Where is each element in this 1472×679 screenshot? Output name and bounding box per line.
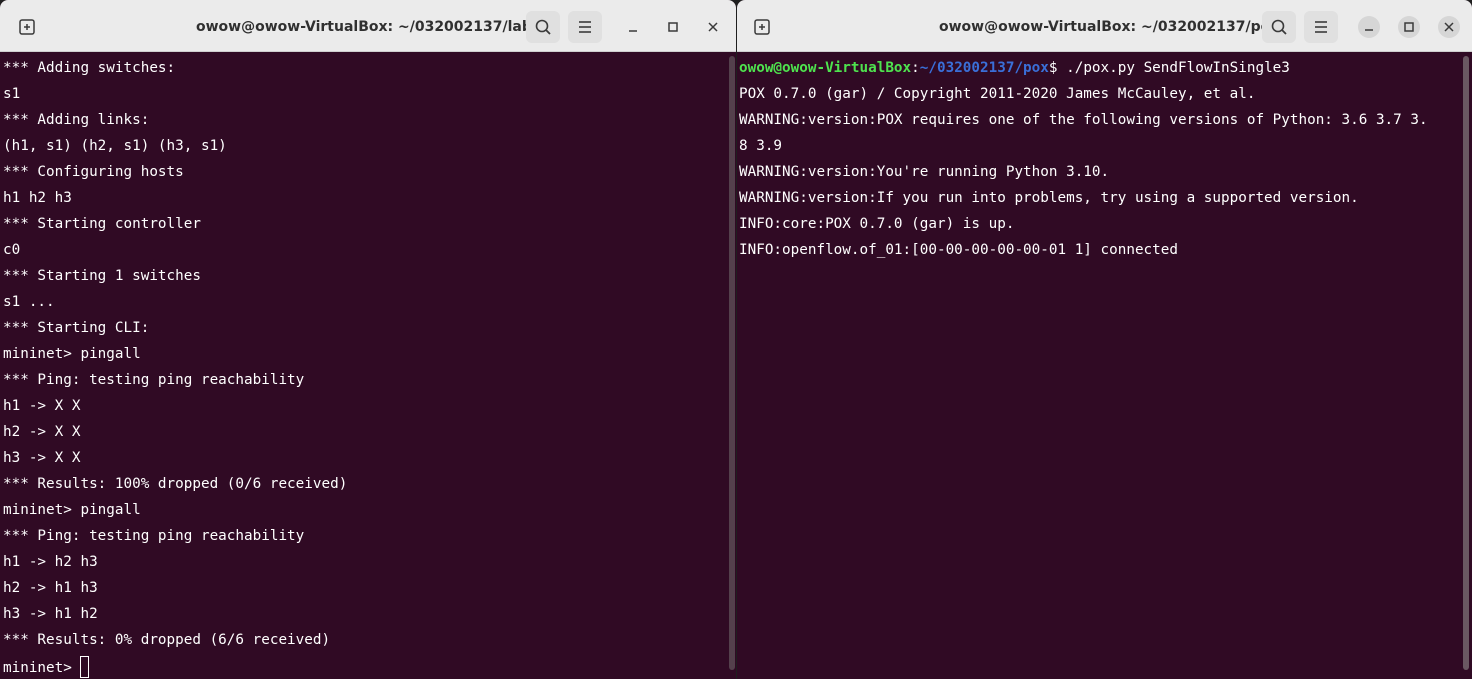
terminal-line: *** Adding switches: xyxy=(3,60,176,76)
prompt-command: $ ./pox.py SendFlowInSingle3 xyxy=(1048,60,1290,76)
search-button[interactable] xyxy=(1262,11,1296,43)
terminal-line: *** Results: 100% dropped (0/6 received) xyxy=(3,476,348,492)
maximize-icon xyxy=(1404,22,1414,32)
window-title: owow@owow-VirtualBox: ~/032002137/pox xyxy=(939,19,1280,35)
new-tab-icon xyxy=(754,19,770,35)
terminal-line: *** Starting controller xyxy=(3,216,201,232)
terminal-line: INFO:core:POX 0.7.0 (gar) is up. xyxy=(739,216,1015,232)
minimize-icon xyxy=(629,30,637,32)
terminal-line: WARNING:version:If you run into problems… xyxy=(739,190,1359,206)
terminal-line: h1 -> X X xyxy=(3,398,81,414)
prompt-path: ~/032002137/pox xyxy=(919,60,1049,76)
terminal-line: h2 -> h1 h3 xyxy=(3,580,98,596)
terminal-line: (h1, s1) (h2, s1) (h3, s1) xyxy=(3,138,227,154)
titlebar[interactable]: owow@owow-VirtualBox: ~/032002137/pox xyxy=(737,0,1472,52)
terminal-line: h3 -> h1 h2 xyxy=(3,606,98,622)
close-button[interactable] xyxy=(1438,16,1460,38)
close-icon xyxy=(1444,22,1454,32)
terminal-window-pox[interactable]: owow@owow-VirtualBox: ~/032002137/pox ow… xyxy=(737,0,1472,679)
command-line: owow@owow-VirtualBox:~/032002137/pox$ ./… xyxy=(739,58,1472,84)
terminal-line: *** Ping: testing ping reachability xyxy=(3,372,305,388)
terminal-line: INFO:openflow.of_01:[00-00-00-00-00-01 1… xyxy=(739,242,1178,258)
maximize-icon xyxy=(668,22,678,32)
prompt-separator: : xyxy=(911,60,920,76)
maximize-button[interactable] xyxy=(662,16,684,38)
terminal-line: *** Ping: testing ping reachability xyxy=(3,528,305,544)
terminal-line: s1 xyxy=(3,86,21,102)
terminal-line: h1 -> h2 h3 xyxy=(3,554,98,570)
window-title: owow@owow-VirtualBox: ~/032002137/lab5 xyxy=(196,19,542,35)
hamburger-menu-icon xyxy=(579,21,591,33)
menu-button[interactable] xyxy=(1304,11,1338,43)
hamburger-menu-icon xyxy=(1315,21,1327,33)
search-button[interactable] xyxy=(526,11,560,43)
terminal-output[interactable]: *** Adding switches: s1 *** Adding links… xyxy=(0,52,736,679)
close-icon xyxy=(708,22,718,32)
shell-prompt: mininet> xyxy=(3,660,81,676)
prompt-user: owow@owow-VirtualBox xyxy=(739,60,912,76)
terminal-line: c0 xyxy=(3,242,21,258)
minimize-button[interactable] xyxy=(622,16,644,38)
terminal-line: h1 h2 h3 xyxy=(3,190,72,206)
new-tab-button[interactable] xyxy=(10,11,44,43)
terminal-line: mininet> pingall xyxy=(3,502,141,518)
prompt-line[interactable]: mininet> xyxy=(3,656,736,679)
terminal-line: POX 0.7.0 (gar) / Copyright 2011-2020 Ja… xyxy=(739,86,1256,102)
terminal-line: *** Adding links: xyxy=(3,112,150,128)
terminal-line: *** Starting 1 switches xyxy=(3,268,201,284)
terminal-window-lab5[interactable]: owow@owow-VirtualBox: ~/032002137/lab5 *… xyxy=(0,0,736,679)
terminal-line: WARNING:version:POX requires one of the … xyxy=(739,112,1428,128)
titlebar[interactable]: owow@owow-VirtualBox: ~/032002137/lab5 xyxy=(0,0,736,52)
terminal-output[interactable]: owow@owow-VirtualBox:~/032002137/pox$ ./… xyxy=(737,52,1472,679)
terminal-line: mininet> pingall xyxy=(3,346,141,362)
new-tab-icon xyxy=(19,19,35,35)
terminal-line: h3 -> X X xyxy=(3,450,81,466)
text-cursor xyxy=(80,656,90,678)
terminal-line: 8 3.9 xyxy=(739,138,783,154)
terminal-line: *** Starting CLI: xyxy=(3,320,150,336)
minimize-button[interactable] xyxy=(1358,16,1380,38)
terminal-line: *** Configuring hosts xyxy=(3,164,184,180)
new-tab-button[interactable] xyxy=(745,11,779,43)
scrollbar[interactable] xyxy=(1463,56,1469,670)
menu-button[interactable] xyxy=(568,11,602,43)
terminal-line: s1 ... xyxy=(3,294,55,310)
terminal-line: WARNING:version:You're running Python 3.… xyxy=(739,164,1110,180)
terminal-line: h2 -> X X xyxy=(3,424,81,440)
terminal-line: *** Results: 0% dropped (6/6 received) xyxy=(3,632,331,648)
search-icon xyxy=(1271,19,1287,35)
maximize-button[interactable] xyxy=(1398,16,1420,38)
scrollbar[interactable] xyxy=(729,56,735,670)
close-button[interactable] xyxy=(702,16,724,38)
search-icon xyxy=(535,19,551,35)
minimize-icon xyxy=(1365,29,1373,31)
